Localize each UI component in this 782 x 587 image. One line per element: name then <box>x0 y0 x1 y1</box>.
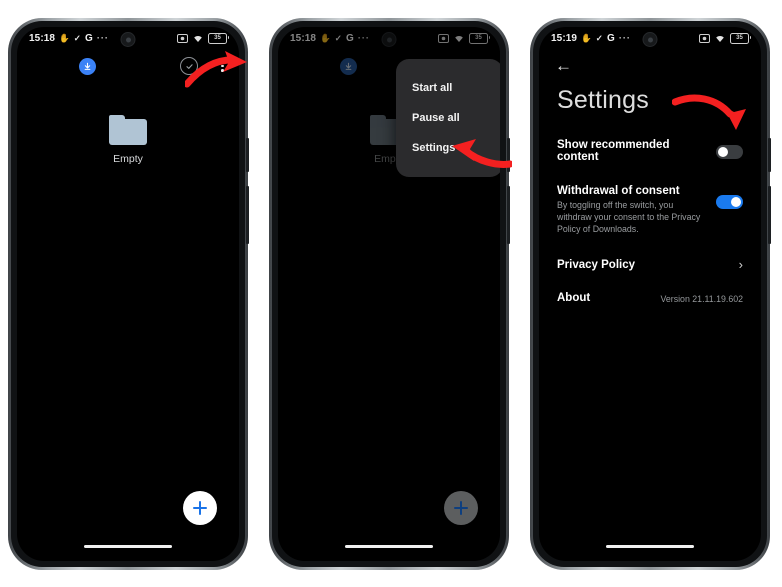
volume-button[interactable] <box>246 138 249 172</box>
row-subtitle: By toggling off the switch, you withdraw… <box>557 200 701 234</box>
row-title: Privacy Policy <box>557 258 635 271</box>
row-text: About <box>557 292 661 304</box>
camera-icon <box>177 33 188 43</box>
camera-icon <box>438 33 449 43</box>
download-icon[interactable] <box>340 57 357 75</box>
download-icon[interactable] <box>79 57 96 75</box>
status-bar: 15:18 ✋ ✓ G ··· 35 <box>278 27 500 49</box>
battery-icon: 35 <box>730 32 751 44</box>
folder-icon <box>109 115 147 145</box>
phone-3-settings-screen: 15:19 ✋ ✓ G ··· 35 ← Settings Show recom… <box>530 18 771 570</box>
empty-state: Empty <box>17 115 239 165</box>
empty-state-label: Empty <box>113 153 143 165</box>
menu-item-start-all[interactable]: Start all <box>396 73 500 103</box>
status-bar: 15:18 ✋ ✓ G ··· 35 <box>17 27 239 49</box>
volume-button[interactable] <box>507 138 510 172</box>
dnd-icon: ✋ <box>581 32 592 43</box>
chevron-right-icon: › <box>738 256 743 272</box>
setting-row-about[interactable]: About Version 21.11.19.602 <box>539 292 761 304</box>
notification-overflow-icon: ··· <box>96 33 109 43</box>
status-clock: 15:19 <box>551 32 578 44</box>
status-bar: 15:19 ✋ ✓ G ··· 35 <box>539 27 761 49</box>
battery-icon: 35 <box>469 32 490 44</box>
status-clock: 15:18 <box>29 32 56 44</box>
wifi-icon <box>716 36 724 42</box>
vpn-icon: ✓ <box>334 32 342 43</box>
phone-3-bezel: 15:19 ✋ ✓ G ··· 35 ← Settings Show recom… <box>533 21 767 567</box>
back-arrow-icon[interactable]: ← <box>555 56 572 75</box>
google-icon: G <box>346 32 354 44</box>
withdrawal-of-consent-toggle[interactable] <box>716 195 743 209</box>
phone-3-screen: 15:19 ✋ ✓ G ··· 35 ← Settings Show recom… <box>539 27 761 561</box>
phone-1-screen: 15:18 ✋ ✓ G ··· 35 Empty <box>17 27 239 561</box>
dnd-icon: ✋ <box>320 32 331 43</box>
add-download-fab[interactable] <box>183 491 217 525</box>
settings-back-row: ← <box>539 49 761 76</box>
setting-row-show-recommended-content[interactable]: Show recommended content <box>539 139 761 163</box>
google-icon: G <box>607 32 615 44</box>
power-button[interactable] <box>768 186 771 244</box>
google-icon: G <box>85 32 93 44</box>
phone-2-screen: 15:18 ✋ ✓ G ··· 35 Empty Start all Pause… <box>278 27 500 561</box>
setting-row-withdrawal-of-consent[interactable]: Withdrawal of consent By toggling off th… <box>539 185 761 236</box>
row-text: Withdrawal of consent By toggling off th… <box>557 185 716 236</box>
phone-2-overflow-menu-open: 15:18 ✋ ✓ G ··· 35 Empty Start all Pause… <box>269 18 510 570</box>
select-all-icon[interactable] <box>180 57 199 75</box>
setting-row-privacy-policy[interactable]: Privacy Policy › <box>539 256 761 272</box>
front-camera-punch-hole <box>381 32 397 47</box>
status-bar-left: 15:18 ✋ ✓ G ··· <box>290 33 370 44</box>
app-version-value: Version 21.11.19.602 <box>660 293 744 304</box>
status-bar-right: 35 <box>699 32 751 44</box>
volume-button[interactable] <box>768 138 771 172</box>
dnd-icon: ✋ <box>59 32 70 43</box>
power-button[interactable] <box>246 186 249 244</box>
show-recommended-content-toggle[interactable] <box>716 144 743 159</box>
vpn-icon: ✓ <box>595 32 603 43</box>
wifi-icon <box>455 36 463 42</box>
menu-item-pause-all[interactable]: Pause all <box>396 103 500 133</box>
phone-2-bezel: 15:18 ✋ ✓ G ··· 35 Empty Start all Pause… <box>272 21 506 567</box>
row-title: Show recommended content <box>557 139 670 163</box>
notification-overflow-icon: ··· <box>357 33 370 43</box>
notification-overflow-icon: ··· <box>618 33 631 43</box>
status-bar-left: 15:19 ✋ ✓ G ··· <box>551 33 631 44</box>
row-text: Privacy Policy <box>557 259 739 271</box>
menu-item-settings[interactable]: Settings <box>396 133 500 163</box>
overflow-menu-icon[interactable] <box>218 58 227 74</box>
phone-1-bezel: 15:18 ✋ ✓ G ··· 35 Empty <box>11 21 245 567</box>
status-bar-right: 35 <box>177 32 229 44</box>
home-indicator[interactable] <box>84 545 172 548</box>
page-title: Settings <box>557 86 649 114</box>
status-bar-left: 15:18 ✋ ✓ G ··· <box>29 33 109 44</box>
camera-icon <box>699 33 710 43</box>
phone-1-downloads-list: 15:18 ✋ ✓ G ··· 35 Empty <box>8 18 249 570</box>
downloads-toolbar <box>17 49 239 83</box>
status-clock: 15:18 <box>290 32 317 44</box>
home-indicator[interactable] <box>345 545 433 548</box>
overflow-menu-popup: Start all Pause all Settings <box>396 59 500 177</box>
vpn-icon: ✓ <box>73 32 81 43</box>
add-download-fab[interactable] <box>444 491 478 525</box>
row-title: Withdrawal of consent <box>557 185 680 197</box>
row-title: About <box>557 291 591 304</box>
front-camera-punch-hole <box>642 32 658 47</box>
power-button[interactable] <box>507 186 510 244</box>
front-camera-punch-hole <box>120 32 136 47</box>
row-text: Show recommended content <box>557 139 716 163</box>
home-indicator[interactable] <box>606 545 694 548</box>
battery-icon: 35 <box>208 32 229 44</box>
status-bar-right: 35 <box>438 32 490 44</box>
wifi-icon <box>194 36 202 42</box>
